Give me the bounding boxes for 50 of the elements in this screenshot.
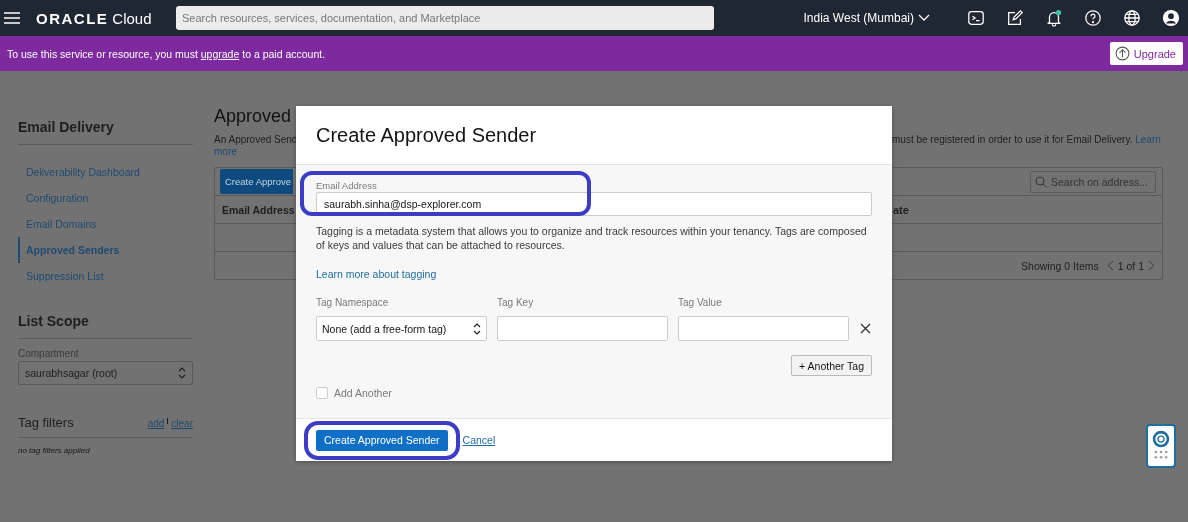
compartment-select[interactable]: saurabhsagar (root): [18, 361, 193, 385]
help-widget-icon[interactable]: [1146, 424, 1176, 468]
upgrade-link[interactable]: upgrade: [200, 47, 240, 60]
empty-filters-note: no tag filters applied: [18, 446, 91, 455]
edit-icon[interactable]: [1006, 9, 1024, 27]
arrow-up-circle-icon: [1114, 46, 1130, 61]
column-label: Tag Value: [678, 297, 723, 310]
notification-bell-icon[interactable]: [1045, 9, 1063, 27]
column-label: Tag Namespace: [316, 297, 390, 310]
tag-namespace-select[interactable]: None (add a free-form tag): [316, 316, 487, 341]
column-header: Email Address: [221, 203, 295, 216]
sidebar-title: Email Delivery: [18, 119, 193, 145]
up-down-chevron-icon: [178, 367, 186, 379]
page-title: Approved: [214, 106, 292, 128]
column-header: ate: [893, 203, 909, 216]
another-tag-button[interactable]: + Another Tag: [791, 355, 872, 376]
table-search-field[interactable]: Search on address...: [1030, 170, 1156, 193]
create-sender-button[interactable]: Create Approved Sender: [316, 429, 448, 451]
up-down-chevron-icon: [473, 322, 481, 335]
checkbox-label: Add Another: [334, 387, 392, 399]
tag-value-field[interactable]: [678, 316, 849, 341]
terminal-icon[interactable]: [967, 9, 985, 27]
brand-wordmark: ORACLE: [36, 9, 109, 27]
help-icon[interactable]: [1084, 9, 1102, 27]
upgrade-message: To use this service or resource, you must upgrade to a paid account.: [7, 47, 326, 60]
add-another-checkbox[interactable]: [316, 387, 328, 399]
dialog-title: Create Approved Sender: [316, 123, 537, 147]
chevron-down-icon: [918, 14, 930, 22]
tagging-link[interactable]: Learn more about tagging: [316, 268, 437, 280]
create-button[interactable]: Create Approve: [220, 169, 293, 194]
product-name: Cloud: [112, 9, 152, 27]
email-field[interactable]: saurabh.sinha@dsp-explorer.com: [316, 192, 872, 216]
menu-icon[interactable]: [4, 12, 20, 24]
section-title: List Scope: [18, 313, 193, 339]
globe-icon[interactable]: [1123, 9, 1141, 27]
search-icon: [1035, 175, 1047, 188]
user-avatar-icon[interactable]: [1162, 9, 1180, 27]
cancel-link[interactable]: Cancel: [462, 434, 496, 446]
close-icon[interactable]: [860, 323, 871, 334]
item-count: Showing 0 Items: [1021, 259, 1099, 272]
email-label: Email Address: [316, 180, 378, 191]
section-title: Tag filters: [18, 415, 74, 430]
tagging-description: Tagging is a metadata system that allows you to organize and track resources within your tenancy. Tags are composed of keys and values that can be attached to resources.: [316, 224, 868, 252]
upgrade-button[interactable]: Upgrade: [1109, 42, 1183, 65]
page-indicator: 1 of 1: [1117, 259, 1144, 272]
search-field[interactable]: Search resources, services, documentation, and Marketplace: [176, 6, 714, 30]
tag-key-field[interactable]: [497, 316, 668, 341]
page-description: must be registered in order to use it for Email Delivery. Learn: [892, 134, 1162, 147]
column-label: Tag Key: [497, 297, 535, 310]
region-selector[interactable]: India West (Mumbai): [797, 10, 936, 26]
